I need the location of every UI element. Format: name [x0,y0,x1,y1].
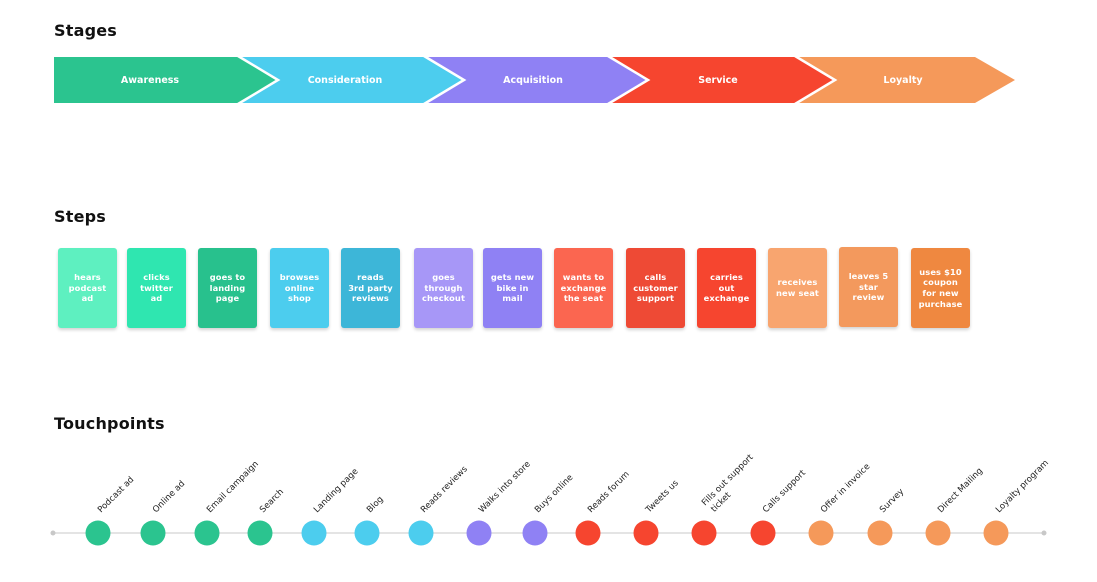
touchpoint-dot[interactable] [466,520,492,546]
step-card-label: goes through checkout [421,271,466,304]
step-card[interactable]: leaves 5 star review [839,247,898,327]
touchpoint-label: Reads forum [586,470,632,516]
touchpoint-label: Email campaign [205,459,261,515]
touchpoint-dot[interactable] [408,520,434,546]
step-card-label: clicks twitter ad [140,271,173,304]
touchpoint-label: Online ad [151,479,187,515]
touchpoint-dot[interactable] [354,520,380,546]
stage-label: Acquisition [503,75,563,86]
step-card[interactable]: browses online shop [270,248,329,328]
step-card[interactable]: carries out exchange [697,248,756,328]
touchpoint-dot[interactable] [925,520,951,546]
touchpoint-dot[interactable] [983,520,1009,546]
touchpoint-label: Landing page [312,467,360,515]
touchpoint-dot[interactable] [750,520,776,546]
stage-label: Consideration [308,75,383,86]
touchpoint-label: Tweets us [643,478,681,516]
touchpoints-timeline: Podcast ad Online ad Email campaignSearch L… [50,452,1051,546]
touchpoint-label: Survey [878,487,906,515]
step-card[interactable]: clicks twitter ad [127,248,186,328]
timeline-start-dot [50,530,56,536]
step-card-label: uses $10 coupon for new purchase [918,266,963,309]
touchpoint-dot[interactable] [85,520,111,546]
touchpoint-label: Blog [365,495,386,516]
touchpoint-dot[interactable] [633,520,659,546]
touchpoint-dot[interactable] [808,520,834,546]
step-card[interactable]: wants to exchange the seat [554,248,613,328]
step-card[interactable]: calls customer support [626,248,685,328]
touchpoint-dot[interactable] [522,520,548,546]
touchpoint-label: Offer in invoice [819,462,872,515]
step-card[interactable]: goes through checkout [414,248,473,328]
touchpoint-label: Fills out supportticket [700,452,764,516]
step-card-label: gets new bike in mail [490,271,535,304]
touchpoint-label: Buys online [533,473,575,515]
step-card[interactable]: receives new seat [768,248,827,328]
touchpoint-label: Search [258,487,286,515]
step-card-label: reads 3rd party reviews [348,271,393,304]
touchpoint-dot[interactable] [691,520,717,546]
step-card[interactable]: goes to landing page [198,248,257,328]
steps-title: Steps [54,207,106,226]
step-card[interactable]: gets new bike in mail [483,248,542,328]
step-card-label: receives new seat [775,277,820,298]
touchpoint-label: Podcast ad [96,475,136,515]
touchpoint-label: Direct Mailing [936,466,985,515]
touchpoint-dot[interactable] [867,520,893,546]
step-card-label: hears podcast ad [68,271,107,304]
step-card[interactable]: reads 3rd party reviews [341,248,400,328]
step-card[interactable]: uses $10 coupon for new purchase [911,248,970,328]
touchpoint-label: Walks into store [477,459,533,515]
touchpoint-dot[interactable] [301,520,327,546]
stage-label: Awareness [121,75,180,86]
stage-label: Loyalty [883,75,923,86]
touchpoint-label: Loyalty program [994,458,1051,515]
step-card-label: wants to exchange the seat [560,271,607,304]
timeline-end-dot [1041,530,1047,536]
step-card-label: calls customer support [633,271,678,304]
stages-chevron-bar: Awareness Consideration Acquisition Service… [54,54,1015,106]
step-card-label: leaves 5 star review [848,270,889,303]
touchpoint-label: Reads reviews [419,464,470,515]
touchpoint-dot[interactable] [247,520,273,546]
touchpoint-label: Calls support [761,468,808,515]
step-card-label: browses online shop [279,271,320,304]
step-card[interactable]: hears podcast ad [58,248,117,328]
touchpoint-dot[interactable] [575,520,601,546]
stage-label: Service [698,75,738,86]
step-card-label: carries out exchange [703,271,750,304]
touchpoint-dot[interactable] [194,520,220,546]
step-card-label: goes to landing page [209,271,246,304]
touchpoint-dot[interactable] [140,520,166,546]
